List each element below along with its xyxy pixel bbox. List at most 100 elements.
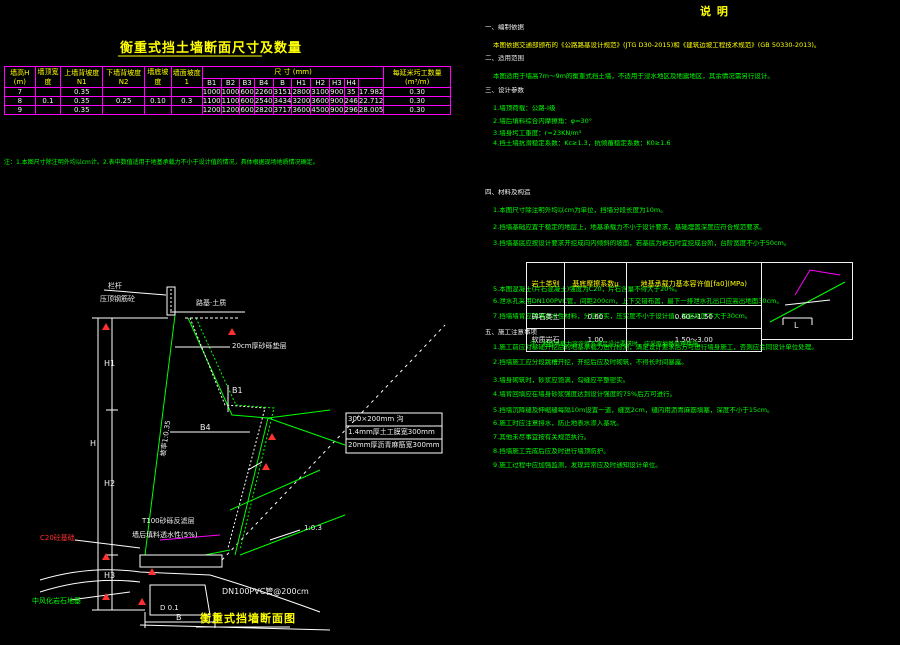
subheader-cell: H3 <box>329 77 345 89</box>
bearing-note: 注：地基承载力容许值不满足设计要求时，应采取地基处理措施。 <box>530 341 705 348</box>
table-cell <box>102 87 146 97</box>
bearing-table: 岩土类别 基底摩擦系数μ 地基承载力基本容许值[fa0](MPa) 碎石类土 0.… <box>525 262 763 352</box>
header-cell: 墙底坡度 <box>144 66 172 88</box>
subheader-cell: B3 <box>239 77 255 89</box>
table-cell: 2800 <box>291 87 312 97</box>
table-cell: 0.35 <box>60 105 104 115</box>
note-line: 一、编制依据 <box>485 24 524 31</box>
note-line: 3.墙身圬工重度：r=23KN/m³ <box>493 130 582 137</box>
subheader-cell: B2 <box>220 77 241 89</box>
table-note: 注：1.本图尺寸除注明外均以cm计。2.表中数值适用于地基承载力不小于设计值的情… <box>4 159 319 166</box>
table-cell: 17.982 <box>357 87 385 97</box>
table-cell: 7 <box>4 87 36 97</box>
table-row: 8 0.1 0.35 0.25 0.10 0.3 1100 1100 600 2540 3434 32… <box>4 96 451 106</box>
table-cell: 3100 <box>310 87 331 97</box>
table-cell: 246 <box>343 96 359 106</box>
note-line: 9.施工过程中应加强监测，发现异常应及时通知设计单位。 <box>493 462 662 469</box>
table-cell: 3717 <box>272 105 293 115</box>
diagram-frame <box>762 262 853 340</box>
table-cell: 600 <box>239 87 255 97</box>
note-line: 二、适用范围 <box>485 55 524 62</box>
label-geo2: 1.4mm厚土工膜宽300mm <box>348 428 435 436</box>
table-cell: 900 <box>329 87 345 97</box>
table-cell: 1100 <box>201 96 222 106</box>
table-row: 9 0.35 1200 1200 600 2820 3717 3600 4500 900 296 28… <box>4 105 451 115</box>
notes-title: 说 明 <box>700 5 729 18</box>
dimension-table: 墙高H (m) 墙顶宽度 上墙背坡度 N1 下墙背坡度 N2 墙底坡度 墙面坡度… <box>4 66 451 115</box>
table-cell <box>144 87 172 97</box>
subheader-cell: B <box>272 77 293 89</box>
label-geo1: 300×200mm 沟 <box>348 415 404 423</box>
label-b: B <box>176 613 182 622</box>
subheader-cell: B4 <box>253 77 274 89</box>
label-pipe: DN100PVC管@200cm <box>222 587 309 596</box>
table-cell <box>170 87 203 97</box>
table-cell: 35 <box>343 87 359 97</box>
table-cell: 9 <box>4 105 36 115</box>
label-b1: B1 <box>232 386 243 395</box>
table-cell: 2820 <box>253 105 274 115</box>
table-cell <box>34 87 62 97</box>
table-cell: 296 <box>343 105 359 115</box>
table-cell: 3600 <box>310 96 331 106</box>
header-cell: 墙高H (m) <box>4 66 36 88</box>
table-cell: 0.30 <box>383 87 451 97</box>
header-cell: 基底摩擦系数μ <box>564 262 627 306</box>
label-slope-ratio: 1:0.3 <box>304 524 322 532</box>
section-title: 衡重式挡墙断面图 <box>200 612 296 625</box>
table-cell <box>144 105 172 115</box>
subheader-cell: H2 <box>310 77 331 89</box>
note-line: 4.墙背回填应在墙身砂浆强度达到设计强度的75%后方可进行。 <box>493 391 677 398</box>
table-cell: 1.50～3.00 <box>625 328 763 352</box>
table-cell: 3434 <box>272 96 293 106</box>
note-line: 本图依据交通部颁布的《公路路基设计规范》(JTG D30-2015)和《建筑边坡… <box>493 42 821 49</box>
header-cell: 地基承载力基本容许值[fa0](MPa) <box>625 262 763 306</box>
table-cell: 0.30 <box>383 96 451 106</box>
diagram-label: L <box>794 321 799 330</box>
table-cell: 600 <box>239 96 255 106</box>
note-line: 2.挡墙施工应分段跳槽开挖，开挖后应及时砌筑，不得长时间暴露。 <box>493 359 688 366</box>
subheader-cell: B1 <box>201 77 222 89</box>
note-line: 4.挡土墙抗滑稳定系数：Kc≥1.3，抗倾覆稳定系数：K0≥1.6 <box>493 140 671 147</box>
table-cell: 0.10 <box>144 96 172 106</box>
header-cell: 墙顶宽度 <box>34 66 62 88</box>
table-cell: 900 <box>329 105 345 115</box>
subheader-cell <box>357 77 385 89</box>
note-line: 7.其他未尽事宜按有关规范执行。 <box>493 434 591 441</box>
table-cell: 1.00 <box>564 328 627 352</box>
label-d: D 0.1 <box>160 604 179 612</box>
table-cell: 0.25 <box>102 96 146 106</box>
table-cell: 3200 <box>291 96 312 106</box>
label-h: H <box>90 439 97 448</box>
note-line: 2.墙后填料综合内摩擦角：φ=30° <box>493 118 592 125</box>
table-cell: 1100 <box>220 96 241 106</box>
label-geo3: 20mm厚沥青麻筋宽300mm <box>348 441 440 449</box>
table-title: 衡重式挡土墙断面尺寸及数量 <box>120 41 303 56</box>
note-line: 1.本图尺寸除注明外均以cm为单位，挡墙分段长度为10m。 <box>493 207 667 214</box>
table-cell: 2540 <box>253 96 274 106</box>
note-line: 1.墙顶荷载：公路-I级 <box>493 105 556 112</box>
note-line: 三、设计参数 <box>485 87 524 94</box>
table-cell: 0.3 <box>170 96 203 106</box>
table-cell: 2260 <box>253 87 274 97</box>
header-cell: 每延米圬工数量 (m³/m) <box>383 66 451 88</box>
label-railing: 栏杆 <box>108 282 122 290</box>
note-line: 5.挡墙沉降缝及伸缩缝每隔10m设置一道，缝宽2cm，缝内用沥青麻筋填塞，深度不… <box>493 407 774 414</box>
table-cell: 28.005 <box>357 105 385 115</box>
label-rock: 中风化岩石地基 <box>32 597 81 605</box>
table-row: 软质岩石 1.00 1.50～3.00 <box>525 328 763 352</box>
table-row: 7 0.35 1000 1000 600 2260 3151 2800 3100 900 35 17.… <box>4 87 451 97</box>
table-cell: 8 <box>4 96 36 106</box>
label-slope-note: 墙后填料透水性(5%) <box>132 531 198 539</box>
table-cell <box>170 105 203 115</box>
table-cell: 1000 <box>201 87 222 97</box>
table-cell: 0.60～1.50 <box>625 305 763 329</box>
header-cell: 尺 寸 (mm) <box>201 66 385 79</box>
table-cell: 22.712 <box>357 96 385 106</box>
header-cell: 岩土类别 <box>525 262 566 306</box>
label-drain-top: 20cm厚砂砾垫层 <box>232 342 287 350</box>
note-line: 本图适用于墙高7m～9m的衡重式挡土墙，不适用于浸水地区及地震地区，其余情况需另… <box>493 73 774 80</box>
note-line: 3.挡墙基底应按设计要求开挖成向内倾斜的坡面，若基底为岩石时宜挖成台阶，台阶宽度… <box>493 240 791 247</box>
label-backfill: T100砂砾反滤层 <box>142 517 195 525</box>
table-cell <box>34 105 62 115</box>
